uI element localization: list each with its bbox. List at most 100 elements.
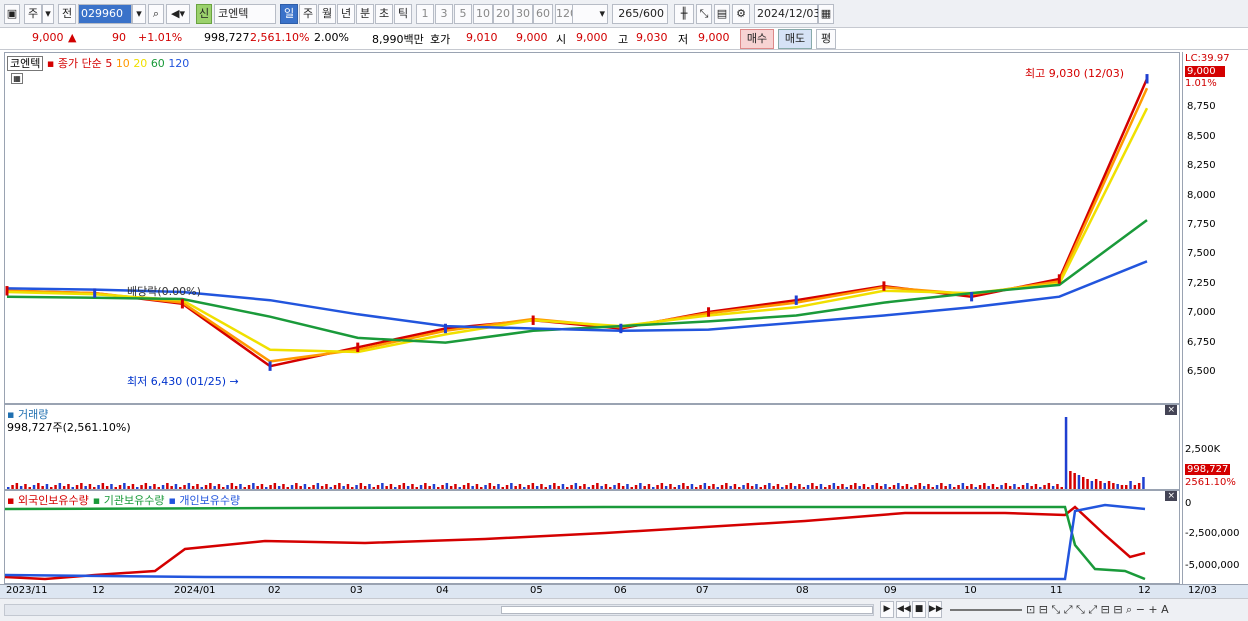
scroll-right-icon[interactable]: ▶ [880,601,894,618]
code-dropdown-icon[interactable]: ▾ [132,4,146,24]
prev-button[interactable]: 전 [58,4,76,24]
interval-tab-60[interactable]: 60 [533,4,553,24]
period-tab-3[interactable]: 년 [337,4,355,24]
volume-panel[interactable]: ▪ 거래량 998,727주(2,561.10%) × [4,404,1180,490]
volume-bar [725,483,728,489]
stock-code-input[interactable]: 029960 [78,4,132,24]
price-change: 90 [112,31,126,44]
volume-bar [901,486,904,489]
volume-bar [776,484,780,489]
volume-bar [729,486,732,489]
volume-bar [282,484,285,489]
new-badge: 신 [196,4,212,24]
fast-forward-icon[interactable]: ▶▶ [928,601,943,618]
stop-icon[interactable]: ■ [912,601,926,618]
volume-bar [798,484,801,489]
interval-tab-5[interactable]: 5 [454,4,472,24]
eval-button[interactable]: 평 [816,29,836,49]
interval-tab-10[interactable]: 10 [473,4,493,24]
volume-bar [166,483,169,489]
volume-bar [785,485,788,489]
volume-bar [191,486,195,489]
interval-tab-1[interactable]: 1 [416,4,434,24]
rewind-icon[interactable]: ◀◀ [896,601,911,618]
volume-bar [153,484,156,489]
volume-bar [879,486,883,489]
interval-tab-20[interactable]: 20 [493,4,513,24]
volume-bar [368,484,371,489]
buy-button[interactable]: 매수 [740,29,774,49]
bar-count-field[interactable]: 265/600 [612,4,668,24]
volume-bar [217,484,221,489]
volume-bar [488,483,492,489]
date-field[interactable]: 2024/12/03 [754,4,820,24]
collapse-icon[interactable]: × [1165,491,1177,501]
interval-dropdown[interactable]: ▾ [572,4,608,24]
period-type-dropdown[interactable]: 주 [24,4,42,24]
volume-bar [712,484,715,489]
period-tab-6[interactable]: 틱 [394,4,412,24]
volume-bar [948,484,952,489]
volume-bar [871,485,874,489]
search-icon[interactable]: ⌕ [148,4,164,24]
zoom-slider[interactable] [950,609,1022,611]
volume-bar [1043,485,1046,489]
volume-bar [432,484,436,489]
save-icon[interactable]: ▤ [714,4,730,24]
scroll-track[interactable] [4,604,874,616]
draw-line-icon[interactable]: ⤡ [696,4,712,24]
stock-name-field[interactable]: 코엔텍 [214,4,276,24]
period-tab-2[interactable]: 월 [318,4,336,24]
volume-bar [643,486,646,489]
window-menu-icon[interactable]: ▣ [4,4,20,24]
period-tab-0[interactable]: 일 [280,4,298,24]
holdings-panel[interactable]: ▪ 외국인보유수량 ▪ 기관보유수량 ▪ 개인보유수량 × [4,490,1180,584]
price-tick: 6,750 [1187,336,1216,348]
volume-bar [953,487,956,489]
volume-bar [1017,487,1020,489]
price-tick: 6,500 [1187,366,1216,378]
volume-bar [114,487,117,489]
sell-button[interactable]: 매도 [778,29,812,49]
price-tick: 7,250 [1187,277,1216,289]
volume-bar [695,487,698,489]
volume-bar [467,483,470,489]
volume-bar [660,483,664,489]
volume-bar [510,483,513,489]
volume-bar [970,484,973,489]
volume-bar [204,485,208,489]
candle [268,361,272,371]
new-badge-label: 신 [198,7,210,20]
volume-bar [1021,485,1025,489]
volume-bar [449,486,453,489]
volume-bar [974,487,977,489]
volume-chart [7,417,1145,489]
scroll-thumb[interactable] [501,606,873,614]
volume-bar [914,485,917,489]
volume-tag: 998,727 [1185,464,1231,475]
volume-bar [1000,485,1003,489]
volume-bar [333,485,337,489]
volume-bar [1099,481,1102,489]
sound-icon[interactable]: ◀▾ [166,4,190,24]
interval-tab-3[interactable]: 3 [435,4,453,24]
chevron-down-icon[interactable]: ▾ [42,4,54,24]
volume-bar [179,487,182,489]
calendar-icon[interactable]: ▦ [818,4,834,24]
collapse-icon[interactable]: × [1165,405,1177,415]
volume-bar [475,484,479,489]
volume-bar [136,487,139,489]
volume-bar [402,483,406,489]
gear-icon[interactable]: ⚙ [732,4,750,24]
volume-bar [922,486,926,489]
period-tab-5[interactable]: 초 [375,4,393,24]
period-tab-4[interactable]: 분 [356,4,374,24]
volume-bar [699,485,702,489]
period-tab-1[interactable]: 주 [299,4,317,24]
interval-tab-30[interactable]: 30 [513,4,533,24]
candle-icon[interactable]: ╫ [674,4,694,24]
volume-bar [535,486,539,489]
toolbar-icons[interactable]: ⊡ ⊟ ⤡ ⤢ ⤡ ⤢ ⊟ ⊟ ⌕ − + A [1026,603,1169,617]
volume-bar [518,484,522,489]
price-chart-panel[interactable]: 코엔텍 ▪ 종가 단순 5 10 20 60 120 ▦ 최고 9,030 (1… [4,52,1180,404]
